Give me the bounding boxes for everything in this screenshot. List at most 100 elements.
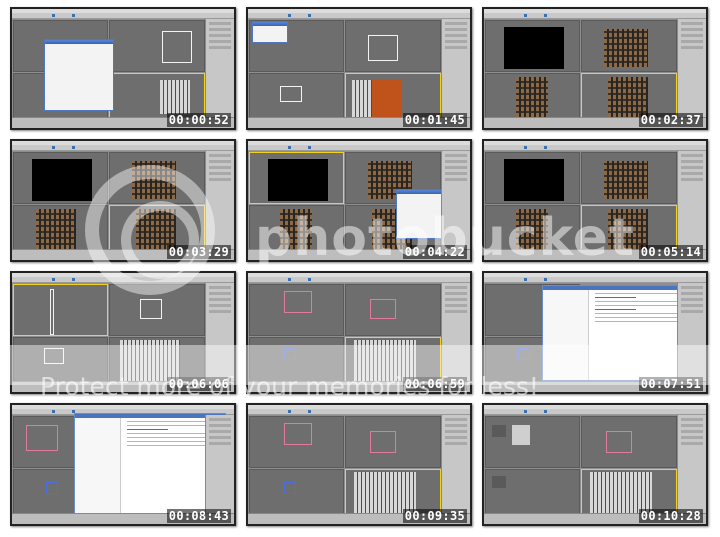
viewport-top <box>13 284 108 336</box>
building-render <box>352 80 372 119</box>
building-render <box>354 472 416 514</box>
command-panel <box>441 151 470 250</box>
timecode: 00:03:29 <box>166 245 231 259</box>
command-panel <box>441 19 470 118</box>
viewport-front <box>109 152 205 204</box>
textured-box <box>604 161 648 199</box>
material-slot <box>492 476 506 488</box>
textured-box <box>604 29 648 67</box>
command-panel <box>205 415 234 514</box>
help-tree <box>75 418 121 514</box>
wire-plane <box>26 425 58 451</box>
wire-plane <box>284 291 312 313</box>
viewport-left <box>249 73 344 120</box>
black-plane <box>268 159 328 201</box>
viewport-left <box>485 205 580 252</box>
help-tree <box>543 290 589 380</box>
textured-box <box>132 161 176 199</box>
command-panel <box>205 19 234 118</box>
toolbar <box>484 13 706 19</box>
max-window <box>248 141 470 260</box>
toolbar <box>248 145 470 151</box>
toolbar <box>12 13 234 19</box>
textured-box <box>608 209 648 249</box>
toolbar <box>12 145 234 151</box>
contact-sheet: 00:00:52 00:01:45 00:02:37 00:03:29 00:0… <box>0 0 720 537</box>
thumbnail-3[interactable]: 00:02:37 <box>482 7 708 130</box>
wire-facade <box>44 348 64 364</box>
black-plane <box>32 159 92 201</box>
viewport-left <box>485 469 580 516</box>
toolbar <box>484 145 706 151</box>
thumbnail-12[interactable]: 00:10:28 <box>482 403 708 526</box>
timecode: 00:06:59 <box>402 377 467 391</box>
black-plane <box>504 159 564 201</box>
material-slot <box>512 425 530 445</box>
timecode: 00:04:22 <box>402 245 467 259</box>
thumbnail-1[interactable]: 00:00:52 <box>10 7 236 130</box>
command-panel <box>677 19 706 118</box>
timecode: 00:06:06 <box>166 377 231 391</box>
facade-texture <box>36 209 76 249</box>
max-window <box>248 9 470 128</box>
max-window <box>12 141 234 260</box>
viewport-top <box>249 152 344 204</box>
viewport-left <box>13 337 108 384</box>
viewport-front <box>581 152 677 204</box>
command-panel <box>205 151 234 250</box>
thumbnail-6[interactable]: 00:05:14 <box>482 139 708 262</box>
viewport-top <box>13 152 108 204</box>
command-panel <box>677 283 706 382</box>
max-window <box>484 405 706 524</box>
wire-facade <box>368 35 398 61</box>
wire-plane <box>50 289 54 335</box>
wire-facade <box>606 431 632 453</box>
toolbar <box>12 277 234 283</box>
toolbar <box>248 409 470 415</box>
viewport-left <box>249 337 344 384</box>
viewport-top <box>485 416 580 468</box>
thumbnail-10[interactable]: 00:08:43 <box>10 403 236 526</box>
command-panel <box>677 151 706 250</box>
wire-facade <box>370 299 396 319</box>
black-plane <box>504 27 564 69</box>
textured-box <box>608 77 648 117</box>
viewport-left <box>485 73 580 120</box>
max-window <box>12 405 234 524</box>
toolbar <box>484 409 706 415</box>
thumbnail-11[interactable]: 00:09:35 <box>246 403 472 526</box>
building-render <box>354 340 416 382</box>
facade-texture <box>516 77 548 117</box>
wire-plane <box>284 423 312 445</box>
max-window <box>12 273 234 392</box>
thumbnail-9[interactable]: 00:07:51 <box>482 271 708 394</box>
wire-facade <box>518 348 530 360</box>
timecode: 00:09:35 <box>402 509 467 523</box>
viewport-top <box>249 416 344 468</box>
thumbnail-7[interactable]: 00:06:06 <box>10 271 236 394</box>
timecode: 00:05:14 <box>638 245 703 259</box>
viewport-front <box>581 20 677 72</box>
toolbar <box>248 277 470 283</box>
viewport-left <box>249 205 344 252</box>
timecode: 00:10:28 <box>638 509 703 523</box>
thumbnail-2[interactable]: 00:01:45 <box>246 7 472 130</box>
facade-texture <box>280 209 312 249</box>
material-slot <box>492 425 506 437</box>
timecode: 00:02:37 <box>638 113 703 127</box>
thumbnail-4[interactable]: 00:03:29 <box>10 139 236 262</box>
viewport-top <box>485 20 580 72</box>
max-window <box>248 405 470 524</box>
wire-facade <box>46 482 58 494</box>
wire-facade <box>284 348 296 360</box>
viewport-front <box>345 284 441 336</box>
wire-facade <box>370 431 396 453</box>
thumbnail-8[interactable]: 00:06:59 <box>246 271 472 394</box>
viewport-front <box>109 20 205 72</box>
timecode: 00:08:43 <box>166 509 231 523</box>
viewport-front <box>345 416 441 468</box>
thumbnail-5[interactable]: 00:04:22 <box>246 139 472 262</box>
max-window <box>484 9 706 128</box>
command-panel <box>205 283 234 382</box>
max-window <box>484 141 706 260</box>
